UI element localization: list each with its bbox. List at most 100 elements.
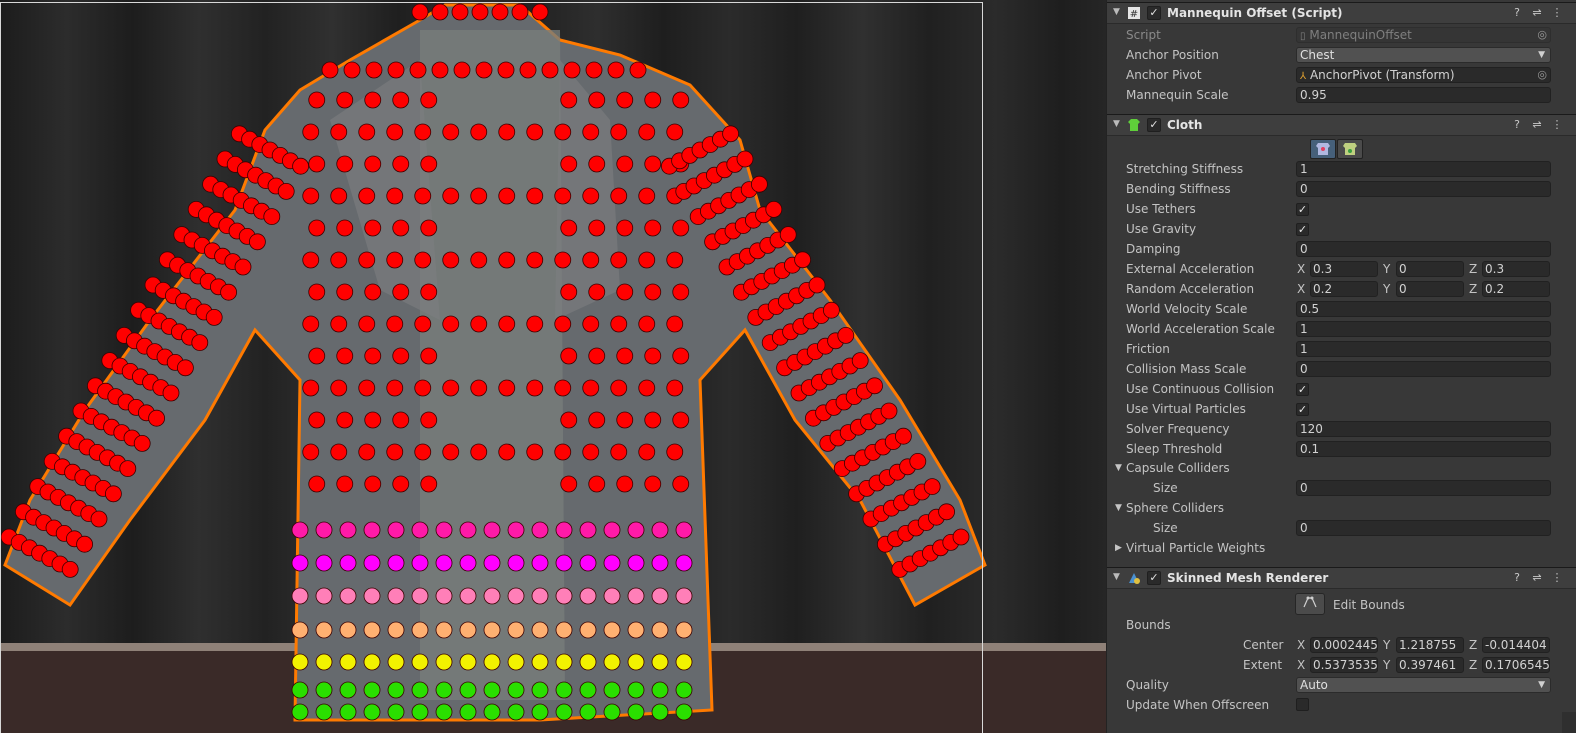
random-acceleration-z-field[interactable]: 0.2 — [1482, 281, 1550, 297]
self-collision-button[interactable] — [1337, 139, 1363, 159]
preset-icon[interactable]: ⇌ — [1527, 571, 1547, 584]
cloth-particle — [339, 587, 357, 605]
cloth-particle — [507, 703, 525, 721]
capsule-colliders-foldout[interactable]: Capsule Colliders — [1126, 461, 1230, 475]
cloth-particle — [363, 653, 381, 671]
collision-mass-scale-field[interactable]: 0 — [1296, 361, 1551, 377]
fold-arrow-icon[interactable]: ▼ — [1113, 572, 1123, 582]
sleep-threshold-field[interactable]: 0.1 — [1296, 441, 1551, 457]
cloth-particle — [554, 187, 572, 205]
cloth-particle — [336, 219, 354, 237]
help-icon[interactable]: ? — [1507, 118, 1527, 131]
cloth-particle — [459, 653, 477, 671]
cloth-particle — [519, 61, 537, 79]
random-acceleration-x-field[interactable]: 0.2 — [1310, 281, 1378, 297]
center-x-field[interactable]: 0.0002445 — [1310, 637, 1378, 653]
cloth-particle — [414, 187, 432, 205]
solver-frequency-field[interactable]: 120 — [1296, 421, 1551, 437]
component-enabled-toggle[interactable]: ✓ — [1147, 571, 1161, 585]
menu-icon[interactable]: ⋮ — [1547, 6, 1567, 19]
bounds-label: Bounds — [1126, 618, 1171, 632]
fold-arrow-icon[interactable]: ▶ — [1115, 543, 1122, 553]
use-gravity-checkbox[interactable]: ✓ — [1296, 223, 1309, 236]
skinned-mesh-renderer-header[interactable]: ▼ ✓ Skinned Mesh Renderer ? ⇌ ⋮ — [1107, 567, 1576, 589]
cloth-particle — [431, 3, 449, 21]
cloth-particle — [851, 352, 869, 370]
cloth-particle — [420, 283, 438, 301]
mannequin-scale-field[interactable]: 0.95 — [1296, 87, 1551, 103]
use-continuous-collision-checkbox[interactable]: ✓ — [1296, 383, 1309, 396]
object-picker-icon[interactable]: ◎ — [1537, 68, 1547, 82]
x-axis-label: X — [1297, 638, 1306, 652]
cloth-particle — [526, 315, 544, 333]
inspector-scrollbar[interactable] — [1562, 712, 1576, 733]
fold-arrow-icon[interactable]: ▼ — [1113, 119, 1123, 129]
component-enabled-toggle[interactable]: ✓ — [1147, 6, 1161, 20]
cloth-particle — [387, 681, 405, 699]
extent-z-field[interactable]: 0.1706545 — [1482, 657, 1550, 673]
menu-icon[interactable]: ⋮ — [1547, 118, 1567, 131]
mannequin-offset-header[interactable]: ▼ # ✓ Mannequin Offset (Script) ? ⇌ ⋮ — [1107, 2, 1576, 24]
cloth-particle — [315, 703, 333, 721]
cloth-particle — [90, 510, 108, 528]
center-z-field[interactable]: -0.014404 — [1482, 637, 1550, 653]
stretching-stiffness-field[interactable]: 1 — [1296, 161, 1551, 177]
scene-view[interactable] — [0, 0, 1106, 733]
cloth-particle — [248, 233, 266, 251]
world-acceleration-scale-field[interactable]: 1 — [1296, 321, 1551, 337]
external-acceleration-y-field[interactable]: 0 — [1396, 261, 1464, 277]
damping-field[interactable]: 0 — [1296, 241, 1551, 257]
random-acceleration-y-field[interactable]: 0 — [1396, 281, 1464, 297]
cloth-particle — [435, 521, 453, 539]
cloth-particle — [411, 521, 429, 539]
virtual-particle-weights-foldout[interactable]: Virtual Particle Weights — [1126, 541, 1265, 555]
external-acceleration-z-field[interactable]: 0.3 — [1482, 261, 1550, 277]
world-velocity-scale-field[interactable]: 0.5 — [1296, 301, 1551, 317]
bending-stiffness-field[interactable]: 0 — [1296, 181, 1551, 197]
extent-y-field[interactable]: 0.397461 — [1396, 657, 1464, 673]
update-offscreen-checkbox[interactable] — [1296, 698, 1309, 711]
cloth-particle — [579, 681, 597, 699]
cloth-particle — [579, 587, 597, 605]
cloth-particle — [435, 587, 453, 605]
cloth-particle — [330, 187, 348, 205]
sphere-colliders-foldout[interactable]: Sphere Colliders — [1126, 501, 1224, 515]
cloth-particle — [363, 703, 381, 721]
cloth-header[interactable]: ▼ ✓ Cloth ? ⇌ ⋮ — [1107, 114, 1576, 136]
help-icon[interactable]: ? — [1507, 571, 1527, 584]
cloth-particle — [765, 200, 783, 218]
component-enabled-toggle[interactable]: ✓ — [1147, 118, 1161, 132]
friction-field[interactable]: 1 — [1296, 341, 1551, 357]
use-tethers-checkbox[interactable]: ✓ — [1296, 203, 1309, 216]
anchor-position-dropdown[interactable]: Chest ▼ — [1296, 47, 1551, 63]
preset-icon[interactable]: ⇌ — [1527, 118, 1547, 131]
help-icon[interactable]: ? — [1507, 6, 1527, 19]
cloth-particle — [675, 521, 693, 539]
bending-stiffness-label: Bending Stiffness — [1126, 182, 1231, 196]
sphere-size-field[interactable]: 0 — [1296, 520, 1551, 536]
capsule-size-field[interactable]: 0 — [1296, 480, 1551, 496]
fold-arrow-icon[interactable]: ▼ — [1113, 7, 1123, 17]
cloth-particle — [363, 554, 381, 572]
cloth-particle — [358, 443, 376, 461]
fold-arrow-icon[interactable]: ▼ — [1115, 463, 1122, 473]
edit-constraints-button[interactable] — [1310, 139, 1336, 159]
cloth-particle — [336, 347, 354, 365]
cloth-particle — [616, 475, 634, 493]
quality-dropdown[interactable]: Auto ▼ — [1296, 677, 1551, 693]
cloth-particle — [638, 443, 656, 461]
fold-arrow-icon[interactable]: ▼ — [1115, 503, 1122, 513]
preset-icon[interactable]: ⇌ — [1527, 6, 1547, 19]
center-y-field[interactable]: 1.218755 — [1396, 637, 1464, 653]
anchor-pivot-field[interactable]: ⅄ AnchorPivot (Transform) ◎ — [1296, 67, 1551, 83]
menu-icon[interactable]: ⋮ — [1547, 571, 1567, 584]
edit-bounds-icon — [1303, 596, 1317, 608]
cloth-particle — [414, 251, 432, 269]
edit-bounds-button[interactable] — [1295, 593, 1325, 615]
use-virtual-particles-checkbox[interactable]: ✓ — [1296, 403, 1309, 416]
cloth-particle — [603, 554, 621, 572]
use-continuous-collision-label: Use Continuous Collision — [1126, 382, 1275, 396]
external-acceleration-x-field[interactable]: 0.3 — [1310, 261, 1378, 277]
extent-x-field[interactable]: 0.5373535 — [1310, 657, 1378, 673]
scene-canvas[interactable] — [0, 0, 1106, 733]
